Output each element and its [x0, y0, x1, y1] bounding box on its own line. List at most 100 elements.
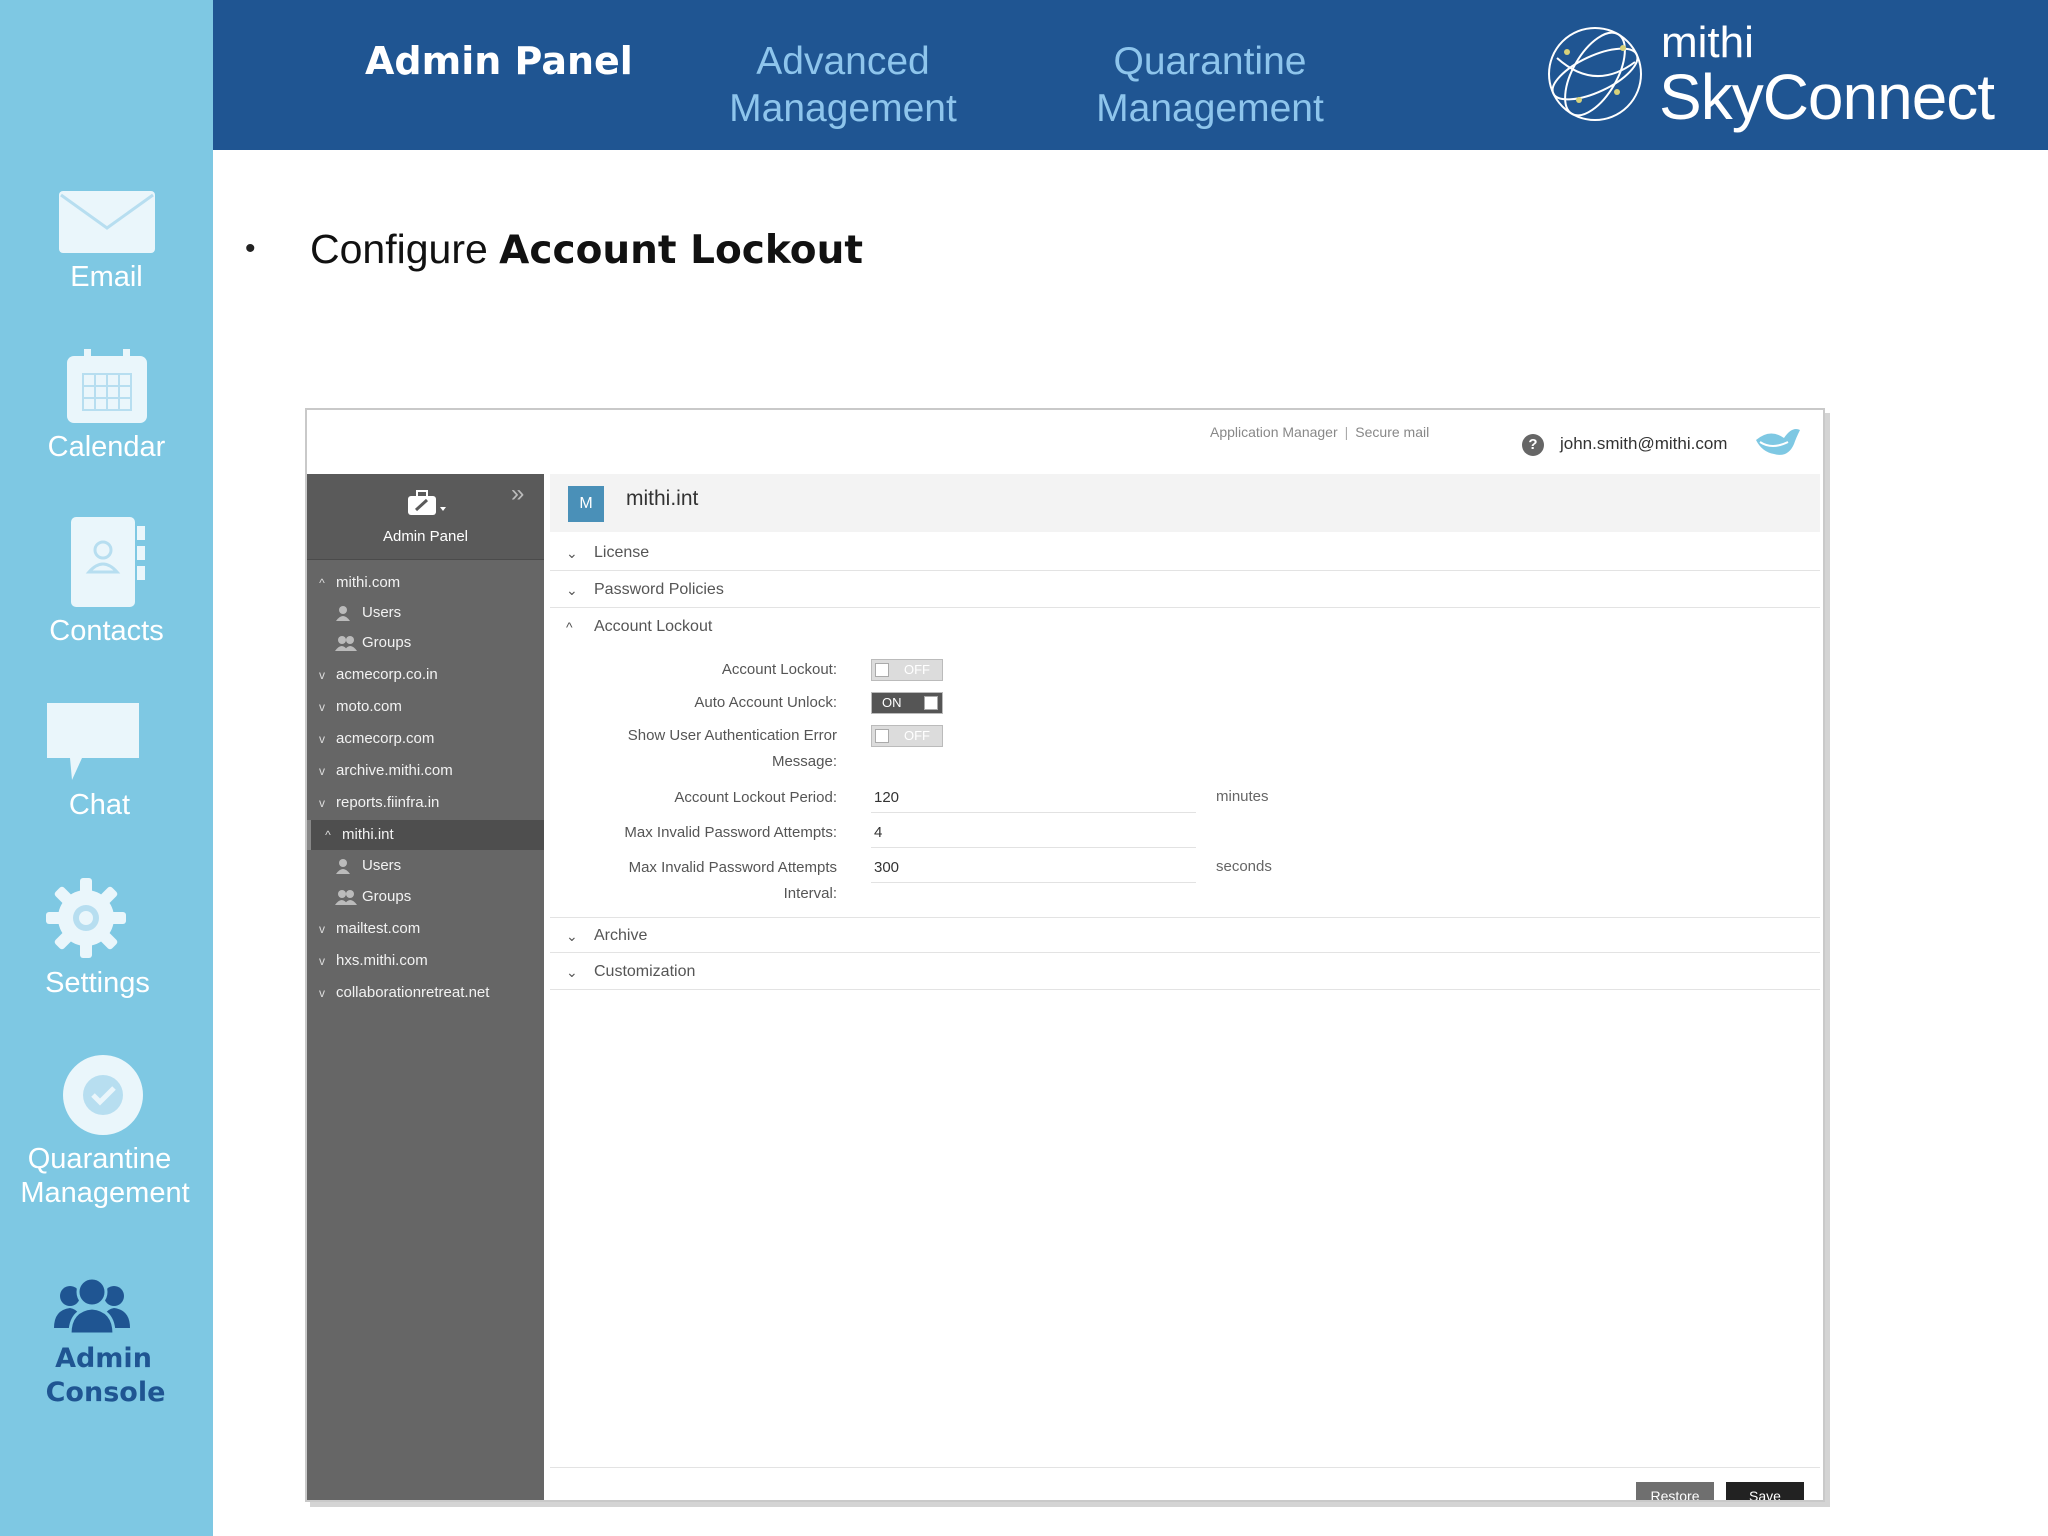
section-password-policies[interactable]: ⌄ Password Policies: [550, 572, 1820, 608]
sidebar-item-label: Settings: [45, 967, 150, 999]
nav-row-label: reports.fiinfra.in: [336, 794, 440, 811]
attempts-interval-input[interactable]: 300: [871, 853, 1196, 883]
nav-row-label: mithi.com: [336, 574, 401, 591]
chevron-down-icon[interactable]: v: [315, 756, 329, 786]
account-lockout-toggle[interactable]: OFF: [871, 659, 943, 681]
calendar-icon: [66, 349, 147, 423]
max-attempts-label: Max Invalid Password Attempts:: [624, 824, 837, 841]
toggle-knob: [924, 696, 938, 710]
admin-nav-panel: » Admin Panel ^ mithi.com Users Groups v…: [307, 474, 544, 1500]
chevron-down-icon[interactable]: v: [315, 660, 329, 690]
attempts-interval-unit: seconds: [1216, 858, 1272, 875]
sidebar-item-settings[interactable]: Settings: [0, 876, 213, 1000]
tab-label-line2: Management: [729, 87, 957, 130]
toggle-state: OFF: [904, 662, 930, 677]
nav-domain-reports-fiinfra-in[interactable]: v reports.fiinfra.in: [307, 788, 544, 818]
section-title: License: [594, 544, 650, 561]
section-account-lockout[interactable]: ^ Account Lockout: [550, 609, 1820, 645]
nav-row-label: acmecorp.com: [336, 730, 435, 747]
application-manager-link[interactable]: Application Manager: [1210, 424, 1338, 440]
footer-divider: [550, 1467, 1820, 1468]
attempts-interval-label: Max Invalid Password Attempts Interval:: [629, 855, 837, 907]
sidebar-item-admin-console[interactable]: Admin Console: [0, 1276, 213, 1410]
domain-settings-panel: M mithi.int ⌄ License ⌄ Password Policie…: [550, 474, 1823, 1500]
show-error-label-line1: Show User Authentication Error: [627, 727, 837, 744]
chevron-down-icon[interactable]: v: [315, 692, 329, 722]
nav-row-label: mithi.int: [342, 826, 394, 843]
nav-domain-acmecorp-com[interactable]: v acmecorp.com: [307, 724, 544, 754]
nav-domain-acmecorp-co-in[interactable]: v acmecorp.co.in: [307, 660, 544, 690]
nav-row-label: hxs.mithi.com: [336, 952, 428, 969]
chevron-down-icon[interactable]: v: [315, 946, 329, 976]
section-title: Account Lockout: [594, 618, 713, 635]
restore-button[interactable]: Restore: [1636, 1482, 1714, 1500]
chevron-down-icon[interactable]: v: [315, 978, 329, 1008]
app-sidebar: Email Calendar Contacts Chat Settings Qu…: [0, 0, 213, 1536]
sidebar-item-chat[interactable]: Chat: [0, 702, 213, 822]
toolbox-icon[interactable]: [407, 490, 447, 516]
sidebar-item-quarantine[interactable]: Quarantine Management: [0, 1054, 213, 1210]
nav-groups[interactable]: Groups: [307, 628, 544, 658]
nav-domain-mailtest-com[interactable]: v mailtest.com: [307, 914, 544, 944]
heading-bold: Account Lockout: [499, 228, 863, 273]
sidebar-item-label: Console: [45, 1377, 166, 1408]
nav-domain-mithi-int[interactable]: ^ mithi.int: [307, 820, 544, 850]
collapse-icon[interactable]: »: [511, 480, 524, 508]
sidebar-item-email[interactable]: Email: [0, 190, 213, 294]
help-icon[interactable]: ?: [1522, 434, 1544, 456]
toggle-knob: [875, 729, 889, 743]
user-email[interactable]: john.smith@mithi.com: [1560, 434, 1727, 454]
section-customization[interactable]: ⌄ Customization: [550, 954, 1820, 990]
nav-row-label: Groups: [362, 888, 412, 905]
section-title: Archive: [594, 927, 648, 944]
sidebar-item-contacts[interactable]: Contacts: [0, 516, 213, 648]
save-button[interactable]: Save: [1726, 1482, 1804, 1500]
auto-unlock-toggle[interactable]: ON: [871, 692, 943, 714]
tab-quarantine-management[interactable]: Quarantine Management: [1085, 38, 1335, 132]
nav-domain-archive-mithi-com[interactable]: v archive.mithi.com: [307, 756, 544, 786]
tab-advanced-management[interactable]: Advanced Management: [718, 38, 968, 132]
chat-icon: [47, 703, 139, 780]
email-icon: [58, 191, 155, 253]
show-error-label: Show User Authentication Error Message:: [628, 723, 837, 775]
chevron-down-icon[interactable]: v: [315, 914, 329, 944]
tab-label-line1: Quarantine: [1113, 40, 1307, 83]
contacts-icon: [70, 517, 145, 607]
sidebar-item-label: Quarantine: [27, 1143, 172, 1175]
nav-domain-hxs-mithi-com[interactable]: v hxs.mithi.com: [307, 946, 544, 976]
show-error-toggle[interactable]: OFF: [871, 725, 943, 747]
brand-large-text: SkyConnect: [1659, 61, 1995, 133]
section-archive[interactable]: ⌄ Archive: [550, 917, 1820, 953]
attempts-interval-label-line2: Interval:: [783, 885, 837, 902]
chevron-down-icon: ⌄: [566, 545, 578, 561]
nav-domain-mithi-com[interactable]: ^ mithi.com: [307, 568, 544, 598]
nav-header: » Admin Panel: [307, 474, 544, 560]
nav-domain-collaborationretreat-net[interactable]: v collaborationretreat.net: [307, 978, 544, 1008]
max-attempts-input[interactable]: 4: [871, 818, 1196, 848]
nav-row-label: Users: [362, 604, 402, 621]
nav-users[interactable]: Users: [307, 598, 544, 628]
nav-row-label: mailtest.com: [336, 920, 421, 937]
tab-label-line1: Advanced: [756, 40, 930, 83]
lockout-period-label: Account Lockout Period:: [674, 789, 837, 806]
tab-admin-panel[interactable]: Admin Panel: [365, 38, 633, 85]
nav-row-label: collaborationretreat.net: [336, 984, 490, 1001]
domain-name: mithi.int: [626, 487, 699, 510]
user-icon: [336, 859, 350, 874]
nav-domain-moto-com[interactable]: v moto.com: [307, 692, 544, 722]
section-license[interactable]: ⌄ License: [550, 535, 1820, 571]
chevron-up-icon[interactable]: ^: [315, 568, 329, 598]
nav-users[interactable]: Users: [307, 851, 544, 881]
tab-label: Admin Panel: [365, 39, 633, 83]
nav-groups[interactable]: Groups: [307, 882, 544, 912]
sidebar-item-calendar[interactable]: Calendar: [0, 348, 213, 464]
attempts-interval-label-line1: Max Invalid Password Attempts: [628, 859, 837, 876]
toggle-knob: [875, 663, 889, 677]
tab-label-line2: Management: [1096, 87, 1324, 130]
secure-mail-link[interactable]: Secure mail: [1355, 424, 1429, 440]
lockout-period-input[interactable]: 120: [871, 783, 1196, 813]
chevron-down-icon[interactable]: v: [315, 788, 329, 818]
chevron-down-icon[interactable]: v: [315, 724, 329, 754]
sidebar-item-label: Calendar: [47, 431, 166, 463]
chevron-up-icon[interactable]: ^: [321, 820, 335, 850]
